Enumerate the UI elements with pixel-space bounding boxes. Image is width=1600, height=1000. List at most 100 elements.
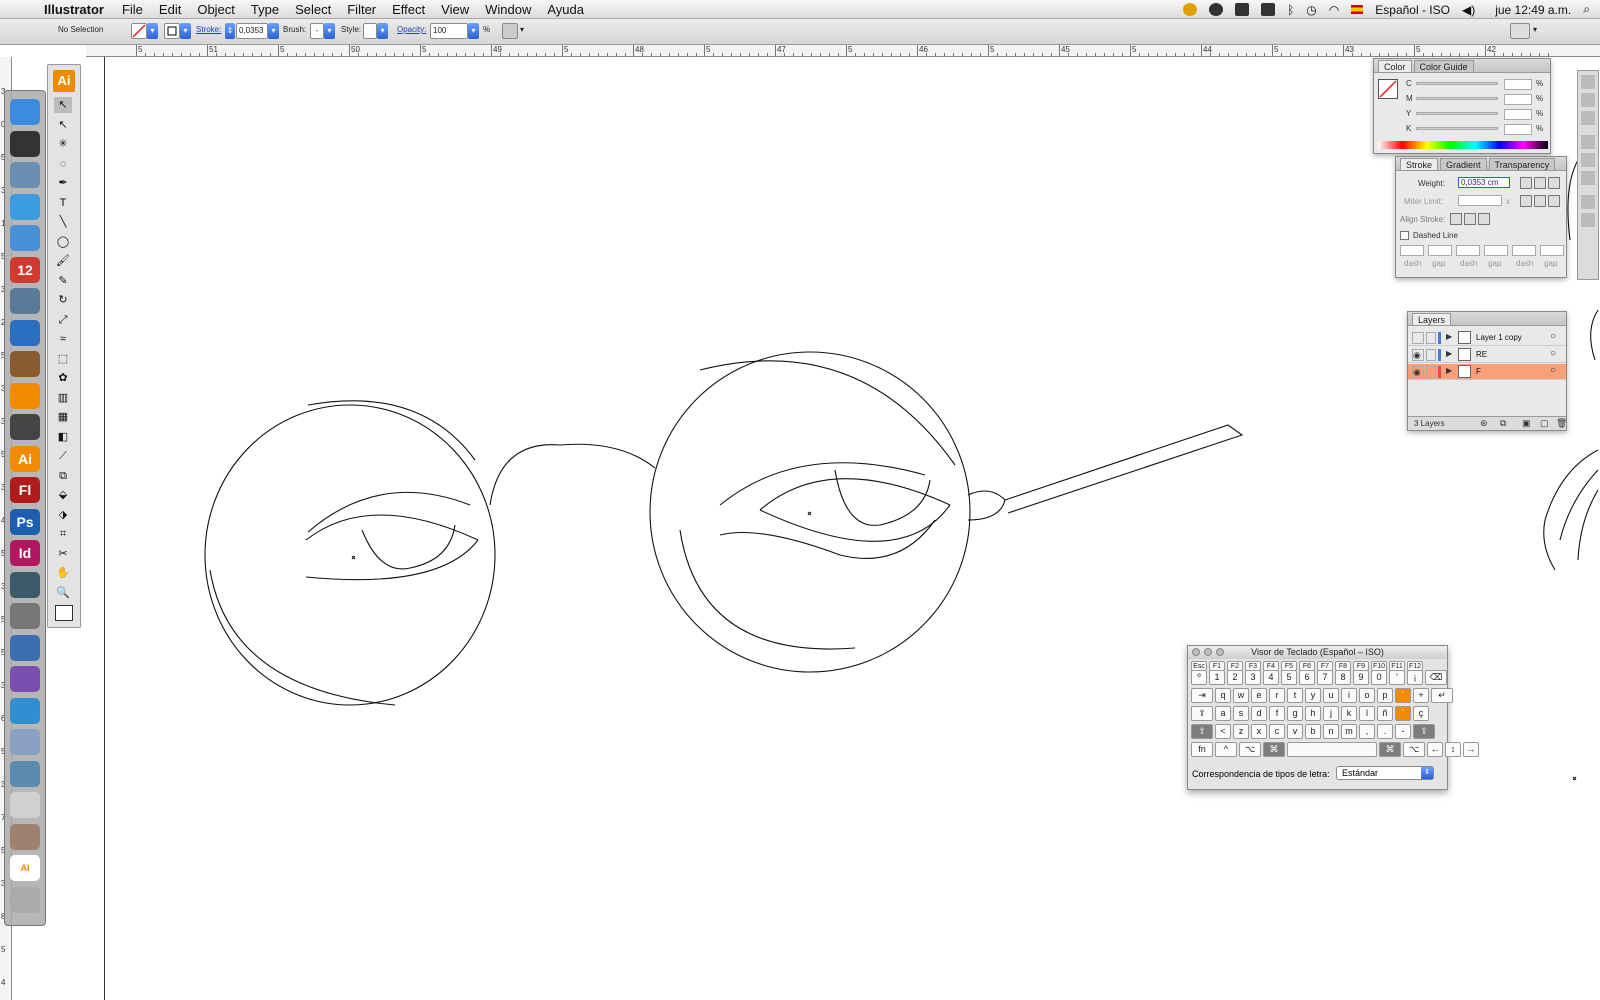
key[interactable]: u: [1323, 688, 1339, 703]
dash-input[interactable]: [1456, 245, 1480, 256]
artwork-canvas[interactable]: [0, 0, 1600, 1000]
dock-illustrator-icon[interactable]: Ai: [10, 445, 40, 472]
clipping-mask-icon[interactable]: ⧉: [1500, 418, 1506, 429]
align-outside-icon[interactable]: [1478, 213, 1490, 225]
join-miter-icon[interactable]: [1520, 195, 1532, 207]
close-button[interactable]: [1192, 648, 1200, 656]
key[interactable]: n: [1323, 724, 1339, 739]
key[interactable]: k: [1341, 706, 1357, 721]
key[interactable]: b: [1305, 724, 1321, 739]
minimize-button[interactable]: [1204, 648, 1212, 656]
locate-object-icon[interactable]: ⊛: [1480, 418, 1488, 429]
expand-triangle-icon[interactable]: ▶: [1446, 366, 1452, 375]
miter-input[interactable]: [1458, 195, 1502, 206]
color-spectrum[interactable]: [1378, 141, 1548, 149]
hand-tool-icon[interactable]: ✋: [54, 565, 72, 581]
key[interactable]: ⇧: [1191, 724, 1213, 739]
lock-toggle[interactable]: [1426, 366, 1436, 378]
tab-transparency[interactable]: Transparency: [1488, 158, 1556, 170]
channel-m-slider[interactable]: [1416, 97, 1498, 100]
key[interactable]: o: [1359, 688, 1375, 703]
channel-y-input[interactable]: [1504, 109, 1532, 120]
tab-gradient[interactable]: Gradient: [1440, 158, 1487, 170]
key[interactable]: t: [1287, 688, 1303, 703]
key[interactable]: +: [1413, 688, 1429, 703]
gap-input[interactable]: [1484, 245, 1508, 256]
key[interactable]: →: [1463, 742, 1479, 757]
cap-square-icon[interactable]: [1548, 177, 1560, 189]
scale-tool-icon[interactable]: ⤢: [54, 312, 72, 328]
join-round-icon[interactable]: [1534, 195, 1546, 207]
paintbrush-tool-icon[interactable]: 🖌: [54, 253, 72, 269]
key[interactable]: f: [1269, 706, 1285, 721]
key[interactable]: w: [1233, 688, 1249, 703]
join-bevel-icon[interactable]: [1548, 195, 1560, 207]
dashed-line-checkbox[interactable]: [1400, 231, 1409, 240]
tab-layers[interactable]: Layers: [1412, 313, 1452, 325]
dock-preview-icon[interactable]: [10, 760, 40, 787]
target-circle-icon[interactable]: ○: [1550, 365, 1556, 376]
key[interactable]: s: [1233, 706, 1249, 721]
layer-name[interactable]: RE: [1476, 350, 1487, 359]
delete-layer-icon[interactable]: 🗑: [1556, 418, 1567, 429]
dock-word-icon[interactable]: [10, 634, 40, 661]
dock-ai-file-icon[interactable]: AI: [10, 855, 40, 881]
channel-k-input[interactable]: [1504, 124, 1532, 135]
channel-m-input[interactable]: [1504, 94, 1532, 105]
dock-system-preferences-icon[interactable]: [10, 603, 40, 629]
key[interactable]: ⌘: [1379, 742, 1401, 757]
dock-photoshop-icon[interactable]: Ps: [10, 508, 40, 535]
key[interactable]: c: [1269, 724, 1285, 739]
type-tool-icon[interactable]: T: [54, 195, 72, 211]
new-layer-icon[interactable]: ▢: [1540, 418, 1549, 429]
key[interactable]: .: [1377, 724, 1393, 739]
cap-butt-icon[interactable]: [1520, 177, 1532, 189]
key[interactable]: 9: [1353, 670, 1369, 685]
expand-triangle-icon[interactable]: ▶: [1446, 332, 1452, 341]
key[interactable]: i: [1341, 688, 1357, 703]
direct-selection-tool-icon[interactable]: ↖: [54, 117, 72, 133]
key[interactable]: d: [1251, 706, 1267, 721]
selection-tool-icon[interactable]: ↖: [54, 97, 72, 113]
appearance-panel-icon[interactable]: [1581, 195, 1595, 209]
dock-dashboard-icon[interactable]: [10, 130, 40, 157]
dash-input[interactable]: [1400, 245, 1424, 256]
fill-stroke-proxy-icon[interactable]: [1378, 79, 1398, 99]
dash-input[interactable]: [1512, 245, 1536, 256]
dock-entourage-icon[interactable]: [10, 666, 40, 692]
zoom-button[interactable]: [1216, 648, 1224, 656]
dock-imovie-icon[interactable]: [10, 414, 40, 440]
channel-c-input[interactable]: [1504, 79, 1532, 90]
zoom-tool-icon[interactable]: 🔍: [54, 585, 72, 601]
key[interactable]: ': [1389, 670, 1405, 685]
target-circle-icon[interactable]: ○: [1550, 348, 1556, 359]
key[interactable]: 4: [1263, 670, 1279, 685]
key[interactable]: ↕: [1445, 742, 1461, 757]
key[interactable]: ↵: [1431, 688, 1453, 703]
tab-color-guide[interactable]: Color Guide: [1413, 60, 1474, 72]
channel-c-slider[interactable]: [1416, 82, 1498, 85]
crop-tool-icon[interactable]: ⌗: [54, 526, 72, 542]
dock-indesign-icon[interactable]: Id: [10, 540, 40, 566]
ellipse-tool-icon[interactable]: ◯: [54, 234, 72, 250]
key[interactable]: p: [1377, 688, 1393, 703]
key[interactable]: e: [1251, 688, 1267, 703]
cap-round-icon[interactable]: [1534, 177, 1546, 189]
channel-k-slider[interactable]: [1416, 127, 1498, 130]
dock-vlc-icon[interactable]: [10, 382, 40, 409]
symbols-panel-icon[interactable]: [1581, 111, 1595, 125]
key[interactable]: a: [1215, 706, 1231, 721]
key[interactable]: l: [1359, 706, 1375, 721]
dock-mail-icon[interactable]: [10, 162, 40, 188]
dock-flash-icon[interactable]: Fl: [10, 477, 40, 503]
live-paint-selection-tool-icon[interactable]: ⬗: [54, 507, 72, 523]
expand-triangle-icon[interactable]: ▶: [1446, 349, 1452, 358]
lock-toggle[interactable]: [1426, 332, 1436, 344]
key[interactable]: ⌘: [1263, 742, 1285, 757]
key[interactable]: h: [1305, 706, 1321, 721]
dock-ical-icon[interactable]: 12: [10, 256, 40, 283]
layer-row[interactable]: ▶ Layer 1 copy ○: [1408, 330, 1566, 346]
eyedropper-tool-icon[interactable]: ⟋: [54, 448, 72, 464]
key[interactable]: ⇥: [1191, 688, 1213, 703]
gradient-tool-icon[interactable]: ◧: [54, 429, 72, 445]
